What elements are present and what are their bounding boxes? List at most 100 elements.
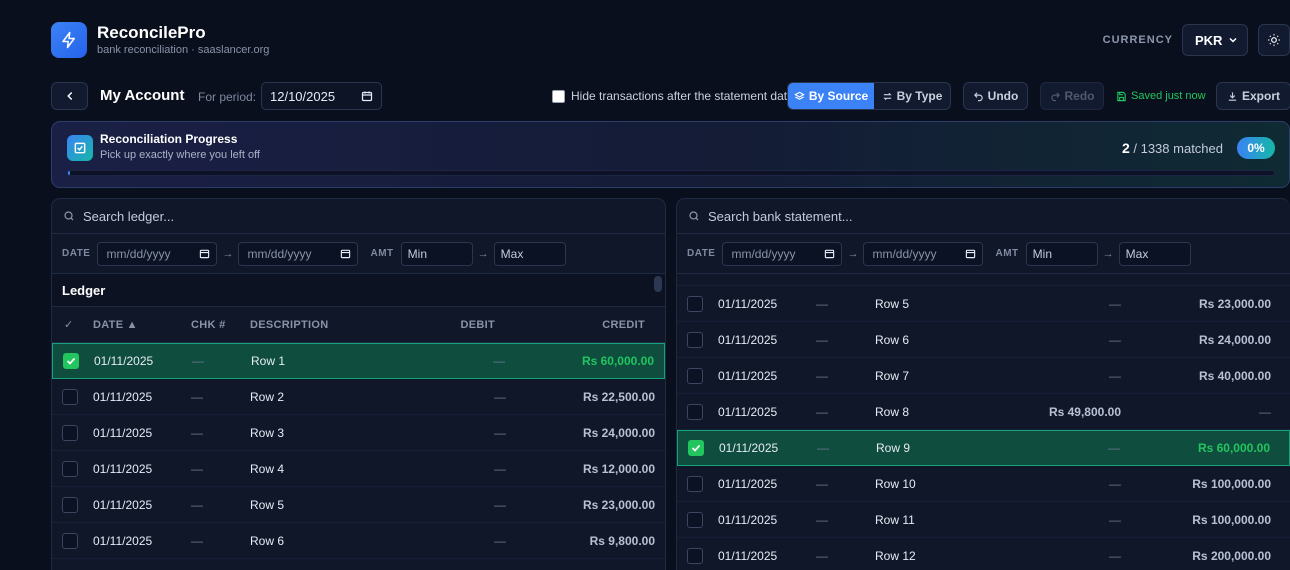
bank-row[interactable]: 01/11/2025 — Row 11 — Rs 100,000.00 [677, 502, 1290, 538]
row-check-number: — [816, 404, 828, 419]
save-icon [1117, 91, 1126, 101]
row-date: 01/11/2025 [93, 425, 153, 440]
row-checkbox[interactable] [687, 547, 703, 564]
back-button[interactable] [51, 82, 88, 110]
date-to-placeholder: mm/dd/yyyy [247, 246, 312, 261]
row-description: Row 7 [875, 368, 910, 383]
sun-icon [1268, 34, 1280, 46]
row-debit: Rs 49,800.00 [1048, 404, 1121, 419]
ledger-row[interactable]: 01/11/2025 — Row 3 — Rs 24,000.00 [52, 415, 665, 451]
calendar-icon [966, 249, 976, 259]
currency-select[interactable]: PKR [1182, 24, 1248, 56]
by-type-button[interactable]: By Type [874, 83, 950, 109]
row-debit: — [1109, 476, 1121, 491]
row-credit: Rs 200,000.00 [1192, 548, 1271, 563]
export-button[interactable]: Export [1216, 82, 1290, 110]
date-column-header[interactable]: DATE ▲ [93, 319, 138, 331]
row-date: 01/11/2025 [93, 533, 153, 548]
row-checkbox[interactable] [687, 475, 703, 492]
bank-amt-max[interactable]: Max [1118, 241, 1191, 266]
bank-row[interactable]: 01/11/2025 — Row 7 — Rs 40,000.00 [677, 358, 1290, 394]
period-date-input[interactable]: 12/10/2025 [261, 82, 382, 110]
theme-toggle-button[interactable] [1258, 24, 1290, 56]
ledger-scrollbar[interactable] [654, 276, 662, 292]
ledger-row[interactable]: 01/11/2025 — Row 6 — Rs 9,800.00 [52, 523, 665, 559]
swap-icon [882, 92, 892, 100]
bank-date-to[interactable]: mm/dd/yyyy [863, 241, 984, 266]
row-description: Row 2 [250, 389, 285, 404]
bank-scrolled-row-edge [677, 274, 1290, 286]
ledger-amt-max[interactable]: Max [493, 241, 566, 266]
row-description: Row 10 [875, 476, 916, 491]
row-checkbox[interactable] [687, 295, 703, 312]
row-debit: — [1109, 512, 1121, 527]
hide-after-statement-toggle[interactable]: Hide transactions after the statement da… [552, 89, 794, 103]
bank-row[interactable]: 01/11/2025 — Row 8 Rs 49,800.00 — [677, 394, 1290, 430]
chk-column-header[interactable]: CHK # [191, 319, 226, 331]
bank-date-from[interactable]: mm/dd/yyyy [722, 241, 843, 266]
row-check-number: — [191, 389, 203, 404]
row-check-number: — [817, 441, 829, 455]
row-debit: — [494, 425, 506, 440]
bank-row[interactable]: 01/11/2025 — Row 5 — Rs 23,000.00 [677, 286, 1290, 322]
ledger-date-to[interactable]: mm/dd/yyyy [238, 241, 359, 266]
currency-label: CURRENCY [1102, 34, 1173, 46]
row-checkbox[interactable] [62, 496, 78, 513]
row-credit: Rs 9,800.00 [589, 533, 655, 548]
ledger-row[interactable]: 01/11/2025 — Row 2 — Rs 22,500.00 [52, 379, 665, 415]
range-arrow: → [477, 247, 489, 260]
bank-search-input[interactable] [708, 208, 1108, 224]
bank-row[interactable]: 01/11/2025 — Row 12 — Rs 200,000.00 [677, 538, 1290, 570]
row-description: Row 3 [250, 425, 285, 440]
row-credit: Rs 60,000.00 [581, 354, 654, 368]
hide-after-checkbox[interactable] [552, 89, 565, 103]
row-checkbox[interactable] [63, 353, 79, 369]
ledger-amt-min[interactable]: Min [400, 241, 473, 266]
hide-after-label: Hide transactions after the statement da… [571, 89, 794, 103]
ledger-row[interactable]: 01/11/2025 — Row 1 — Rs 60,000.00 [52, 343, 665, 379]
ledger-date-from[interactable]: mm/dd/yyyy [97, 241, 218, 266]
row-checkbox[interactable] [62, 532, 78, 549]
select-all-column[interactable]: ✓ [64, 318, 74, 331]
range-arrow: → [847, 247, 859, 260]
row-check-number: — [816, 368, 828, 383]
row-description: Row 8 [875, 404, 910, 419]
row-debit: — [1109, 332, 1121, 347]
row-date: 01/11/2025 [718, 404, 778, 419]
undo-button[interactable]: Undo [963, 82, 1028, 110]
amt-filter-label: AMT [370, 248, 394, 259]
row-debit: — [494, 461, 506, 476]
row-check-number: — [191, 461, 203, 476]
row-checkbox[interactable] [687, 367, 703, 384]
ledger-row[interactable]: 01/11/2025 — Row 4 — Rs 12,000.00 [52, 451, 665, 487]
row-checkbox[interactable] [62, 460, 78, 477]
row-checkbox[interactable] [687, 403, 703, 420]
credit-column-header[interactable]: CREDIT [602, 319, 645, 331]
calendar-icon [361, 91, 373, 102]
row-description: Row 9 [876, 441, 911, 455]
date-filter-label: DATE [62, 248, 91, 259]
save-status: Saved just now [1116, 90, 1206, 102]
description-column-header[interactable]: DESCRIPTION [250, 319, 328, 331]
debit-column-header[interactable]: DEBIT [461, 319, 496, 331]
toolbar: My Account For period: 12/10/2025 Hide t… [51, 82, 1290, 110]
by-source-button[interactable]: By Source [788, 83, 874, 109]
bank-amt-min[interactable]: Min [1025, 241, 1098, 266]
ledger-search-input[interactable] [83, 208, 483, 224]
ledger-row[interactable]: 01/11/2025 — Row 5 — Rs 23,000.00 [52, 487, 665, 523]
bank-row[interactable]: 01/11/2025 — Row 9 — Rs 60,000.00 [677, 430, 1290, 466]
row-credit: Rs 22,500.00 [582, 389, 655, 404]
date-to-placeholder: mm/dd/yyyy [872, 246, 937, 261]
checkbox-icon [67, 135, 93, 161]
row-checkbox[interactable] [688, 440, 704, 456]
bank-row[interactable]: 01/11/2025 — Row 10 — Rs 100,000.00 [677, 466, 1290, 502]
period-value: 12/10/2025 [270, 88, 336, 104]
row-checkbox[interactable] [687, 511, 703, 528]
row-checkbox[interactable] [687, 331, 703, 348]
redo-button[interactable]: Redo [1040, 82, 1104, 110]
row-checkbox[interactable] [62, 424, 78, 441]
row-checkbox[interactable] [62, 388, 78, 405]
row-date: 01/11/2025 [93, 497, 153, 512]
check-icon [691, 444, 701, 452]
bank-row[interactable]: 01/11/2025 — Row 6 — Rs 24,000.00 [677, 322, 1290, 358]
